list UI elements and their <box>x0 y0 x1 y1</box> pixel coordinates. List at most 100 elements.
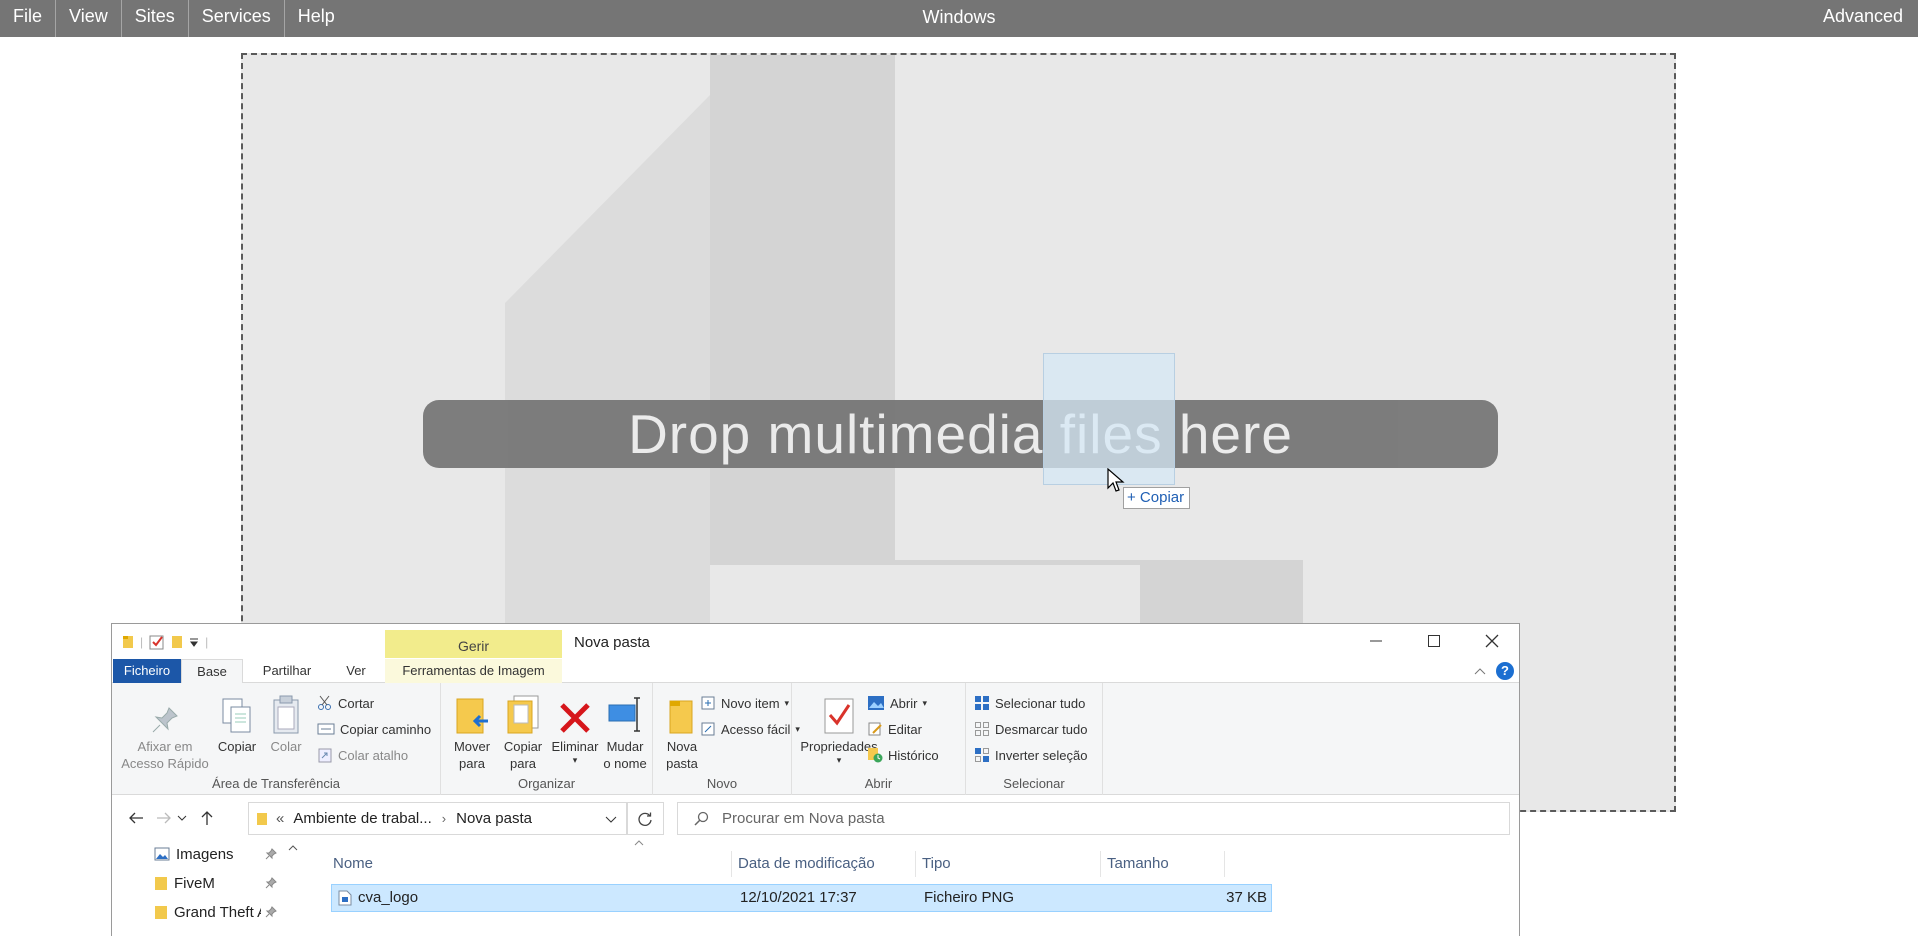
file-type: Ficheiro PNG <box>924 889 1015 906</box>
tab-view[interactable]: Ver <box>330 659 382 683</box>
sort-ascending-icon <box>634 840 644 846</box>
rename-label: Mudar o nome <box>603 739 647 771</box>
main-menu: File View Sites Services Help <box>0 0 348 37</box>
tab-home[interactable]: Base <box>181 659 243 684</box>
address-bar[interactable]: « Ambiente de trabal... › Nova pasta <box>248 802 628 835</box>
history-label: Histórico <box>888 747 939 763</box>
address-overflow[interactable]: « <box>276 810 284 827</box>
open-label: Abrir <box>890 695 918 711</box>
new-folder-icon <box>669 700 693 734</box>
new-item-button[interactable]: Novo item ▾ <box>700 693 789 713</box>
paste-shortcut-button[interactable]: Colar atalho <box>317 745 408 765</box>
column-header-name[interactable]: Nome <box>327 851 732 877</box>
select-group: Selecionar tudo Desmarcar tudo Inverter … <box>966 683 1103 795</box>
pin-quick-access-label: Afixar em Acesso Rápido <box>121 739 209 771</box>
contextual-tab-group-manage: Gerir <box>385 630 562 658</box>
up-button[interactable] <box>195 806 219 830</box>
history-button[interactable]: Histórico <box>867 745 939 765</box>
top-menu-bar: File View Sites Services Help Windows Ad… <box>0 0 1918 37</box>
properties-icon <box>824 698 854 734</box>
customize-toolbar-icon[interactable] <box>189 637 199 647</box>
folder-icon <box>123 636 133 648</box>
delete-dropdown-icon[interactable]: ▾ <box>551 755 599 765</box>
chevron-down-icon <box>177 815 187 821</box>
column-header-type[interactable]: Tipo <box>916 851 1101 877</box>
pin-icon[interactable] <box>265 848 277 860</box>
rename-icon <box>608 697 640 732</box>
properties-check-icon[interactable] <box>149 634 165 650</box>
menu-sites[interactable]: Sites <box>122 0 189 37</box>
minimize-button[interactable] <box>1347 624 1405 658</box>
paste-button[interactable]: Colar <box>264 689 308 755</box>
close-icon <box>1485 634 1499 648</box>
tab-file[interactable]: Ficheiro <box>113 659 181 683</box>
column-header-size[interactable]: Tamanho <box>1101 851 1225 877</box>
open-group: Propriedades ▾ Abrir ▾ Editar Histórico A… <box>792 683 966 795</box>
pin-icon[interactable] <box>265 877 277 889</box>
select-all-icon <box>975 696 989 710</box>
copy-path-icon <box>317 723 335 735</box>
recent-locations-button[interactable] <box>174 806 190 830</box>
pin-icon[interactable] <box>265 906 277 918</box>
new-folder-icon[interactable] <box>171 635 183 649</box>
menu-view[interactable]: View <box>56 0 122 37</box>
address-bar-row: « Ambiente de trabal... › Nova pasta <box>112 796 1519 840</box>
open-group-label: Abrir <box>864 776 893 791</box>
search-box[interactable] <box>677 802 1510 835</box>
close-button[interactable] <box>1463 624 1519 658</box>
move-to-button[interactable]: Mover para <box>447 689 497 772</box>
tab-picture-tools[interactable]: Ferramentas de Imagem <box>385 659 562 683</box>
file-list: Nome Data de modificação Tipo Tamanho cv… <box>327 840 1517 936</box>
new-folder-label: Nova pasta <box>666 739 698 771</box>
pin-quick-access-button[interactable]: Afixar em Acesso Rápido <box>118 689 212 772</box>
select-none-button[interactable]: Desmarcar tudo <box>974 719 1087 739</box>
rename-button[interactable]: Mudar o nome <box>601 689 649 772</box>
breadcrumb-separator-icon[interactable]: › <box>442 811 446 826</box>
clipboard-group-label: Área de Transferência <box>212 776 340 791</box>
collapse-ribbon-icon[interactable] <box>1473 665 1487 677</box>
forward-button[interactable] <box>152 806 176 830</box>
maximize-button[interactable] <box>1405 624 1463 658</box>
select-all-label: Selecionar tudo <box>995 695 1086 711</box>
scissors-icon <box>318 695 331 710</box>
easy-access-button[interactable]: Acesso fácil ▾ <box>700 719 800 739</box>
menu-services[interactable]: Services <box>189 0 285 37</box>
folder-icon <box>257 812 267 825</box>
cut-button[interactable]: Cortar <box>317 693 374 713</box>
nav-item-fivem[interactable]: FiveM <box>112 869 287 897</box>
copy-button[interactable]: Copiar <box>212 689 262 755</box>
ribbon-tabs: Ficheiro Base Partilhar Ver Ferramentas … <box>112 659 1519 684</box>
refresh-button[interactable] <box>626 802 664 835</box>
edit-icon <box>868 722 882 736</box>
breadcrumb-desktop[interactable]: Ambiente de trabal... <box>293 810 431 827</box>
advanced-button[interactable]: Advanced <box>1823 0 1903 33</box>
edit-button[interactable]: Editar <box>867 719 922 739</box>
paste-shortcut-label: Colar atalho <box>338 747 409 763</box>
nav-item-pictures[interactable]: Imagens <box>112 840 287 868</box>
nav-item-gta[interactable]: Grand Theft Auto V <box>112 898 287 926</box>
copy-path-label: Copiar caminho <box>340 721 432 737</box>
menu-file[interactable]: File <box>0 0 57 37</box>
back-button[interactable] <box>124 806 148 830</box>
chevron-down-icon[interactable] <box>605 815 617 823</box>
copy-path-button[interactable]: Copiar caminho <box>317 719 431 739</box>
breadcrumb-current-folder[interactable]: Nova pasta <box>456 810 532 827</box>
delete-button[interactable]: Eliminar ▾ <box>551 689 599 765</box>
menu-help[interactable]: Help <box>285 0 348 37</box>
search-input[interactable] <box>722 810 1502 827</box>
column-header-date[interactable]: Data de modificação <box>732 851 916 877</box>
cut-label: Cortar <box>338 695 375 711</box>
delete-x-icon <box>560 703 590 733</box>
copy-to-button[interactable]: Copiar para <box>499 689 547 772</box>
tab-share[interactable]: Partilhar <box>247 659 327 683</box>
mouse-cursor-icon <box>1107 468 1125 492</box>
invert-selection-icon <box>975 748 989 762</box>
invert-selection-button[interactable]: Inverter seleção <box>974 745 1088 765</box>
help-button[interactable]: ? <box>1496 662 1514 680</box>
open-button[interactable]: Abrir ▾ <box>867 693 927 713</box>
ribbon: Afixar em Acesso Rápido Copiar Colar Cor… <box>112 683 1519 795</box>
select-all-button[interactable]: Selecionar tudo <box>974 693 1085 713</box>
scroll-up-icon[interactable] <box>288 844 298 852</box>
table-row[interactable]: cva_logo 12/10/2021 17:37 Ficheiro PNG 3… <box>331 884 1272 912</box>
copy-to-label: Copiar para <box>503 739 543 771</box>
